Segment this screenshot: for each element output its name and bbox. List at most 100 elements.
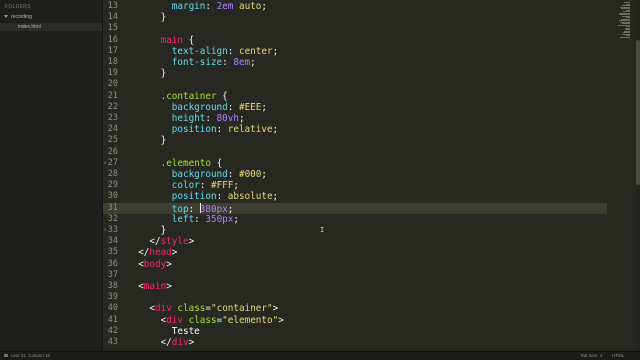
- code-token: Teste: [127, 325, 200, 337]
- code-line[interactable]: 15: [103, 23, 607, 34]
- code-token: :: [227, 169, 239, 180]
- code-token: font-size: [171, 57, 223, 68]
- code-token: div: [166, 314, 183, 326]
- code-token: }: [127, 225, 167, 236]
- code-token: center: [238, 45, 273, 57]
- code-line[interactable]: 43 </div>: [103, 337, 607, 348]
- code-text: }: [127, 225, 167, 236]
- code-line[interactable]: 13 margin: 2em auto;: [103, 1, 607, 12]
- code-line[interactable]: 28 background: #000;: [103, 169, 607, 180]
- code-token: >: [171, 247, 178, 259]
- fold-marker-icon[interactable]: ›: [103, 225, 107, 236]
- code-token: <: [127, 281, 144, 292]
- code-text: <body>: [127, 259, 172, 270]
- minimap[interactable]: [612, 0, 634, 351]
- code-token: <: [127, 314, 167, 326]
- vertical-scrollbar[interactable]: [636, 0, 640, 351]
- line-number: 20: [107, 79, 118, 90]
- code-token: {: [210, 157, 223, 169]
- syntax-selector[interactable]: HTML: [612, 352, 624, 360]
- line-number: 26: [107, 146, 118, 157]
- code-token: #FFF: [210, 180, 234, 192]
- code-line[interactable]: 17 text-align: center;: [103, 46, 607, 57]
- code-token: class: [188, 314, 217, 326]
- code-line[interactable]: 40 <div class="container">: [103, 303, 607, 314]
- line-number: 32: [107, 213, 118, 224]
- code-text: position: absolute;: [127, 191, 278, 202]
- status-position-group: Line 31, Column 18: [4, 352, 50, 360]
- code-token: div: [155, 303, 172, 315]
- code-token: </: [127, 247, 150, 259]
- line-number: 39: [107, 292, 118, 303]
- code-text: main {: [127, 35, 195, 46]
- code-line[interactable]: 26: [103, 147, 607, 158]
- code-token: 80vh: [216, 113, 239, 124]
- code-line[interactable]: 14 }: [103, 12, 607, 23]
- line-number: 43: [107, 337, 118, 347]
- code-text: <main>: [127, 281, 172, 292]
- line-number: 40: [107, 303, 118, 314]
- code-line[interactable]: 22 background: #EEE;: [103, 102, 607, 113]
- code-text: font-size: 8em;: [127, 57, 256, 68]
- file-index-html[interactable]: index.html: [0, 23, 102, 31]
- code-token: head: [149, 247, 172, 259]
- folder-recording[interactable]: recording: [4, 13, 32, 21]
- folder-expanded-icon[interactable]: [4, 15, 8, 19]
- code-line[interactable]: 32 left: 350px;: [103, 214, 607, 225]
- code-line[interactable]: 34 </style>: [103, 236, 607, 247]
- code-token: left: [171, 213, 195, 225]
- code-text: }: [127, 135, 167, 146]
- code-line[interactable]: 39: [103, 292, 607, 303]
- code-line[interactable]: 33 › }: [103, 225, 607, 236]
- code-editor[interactable]: 13 margin: 2em auto; 14 } 15 16 main {17 te…: [103, 0, 640, 351]
- code-line[interactable]: 16 main {: [103, 35, 607, 46]
- code-token: ;: [272, 191, 279, 203]
- code-line[interactable]: 38 <main>: [103, 281, 607, 292]
- code-line[interactable]: 18 font-size: 8em;: [103, 57, 607, 68]
- tab-size-selector[interactable]: Tab Size: 4: [580, 352, 602, 360]
- code-token: auto: [233, 1, 262, 12]
- code-token: ;: [233, 180, 239, 192]
- code-token: :: [205, 1, 217, 12]
- code-token: position: [171, 124, 217, 136]
- code-token: ;: [250, 57, 256, 68]
- code-line[interactable]: 37: [103, 270, 607, 281]
- status-bar: Line 31, Column 18 Tab Size: 4 HTML: [0, 351, 640, 360]
- line-number: 42: [107, 325, 118, 336]
- code-line[interactable]: 25 }: [103, 135, 607, 146]
- scrollbar-thumb[interactable]: [636, 40, 640, 185]
- line-number: 25: [107, 135, 118, 146]
- code-token: text-align: [171, 45, 228, 57]
- code-line[interactable]: 21 .container {: [103, 91, 607, 102]
- code-line[interactable]: 31 top: 380px;: [103, 202, 607, 215]
- code-token: >: [166, 281, 172, 292]
- code-token: ;: [272, 45, 279, 57]
- fold-marker-icon[interactable]: ‹: [103, 158, 107, 169]
- panel-toggle-icon[interactable]: [4, 354, 8, 358]
- code-text: </head>: [127, 247, 177, 258]
- code-line[interactable]: 20: [103, 79, 607, 90]
- code-text: text-align: center;: [127, 46, 278, 57]
- code-line[interactable]: 30 position: absolute;: [103, 191, 607, 202]
- code-line[interactable]: 42 Teste: [103, 326, 607, 337]
- code-line[interactable]: 35 </head>: [103, 247, 607, 258]
- code-line[interactable]: 23 height: 80vh;: [103, 113, 607, 124]
- code-line[interactable]: 36 <body>: [103, 259, 607, 270]
- status-position: Line 31, Column 18: [11, 353, 51, 358]
- code-line[interactable]: 41 <div class="elemento">: [103, 315, 607, 326]
- code-line[interactable]: 29 color: #FFF;: [103, 180, 607, 191]
- code-line[interactable]: 24 position: relative;: [103, 124, 607, 135]
- line-number: 17: [107, 45, 118, 56]
- code-line[interactable]: 19 }: [103, 68, 607, 79]
- code-token: :: [227, 101, 239, 113]
- code-line[interactable]: 27 ‹ .elemento {: [103, 158, 607, 169]
- code-token: <: [127, 303, 155, 315]
- sidebar: FOLDERS recording index.html: [0, 0, 103, 351]
- code-token: ;: [261, 1, 267, 12]
